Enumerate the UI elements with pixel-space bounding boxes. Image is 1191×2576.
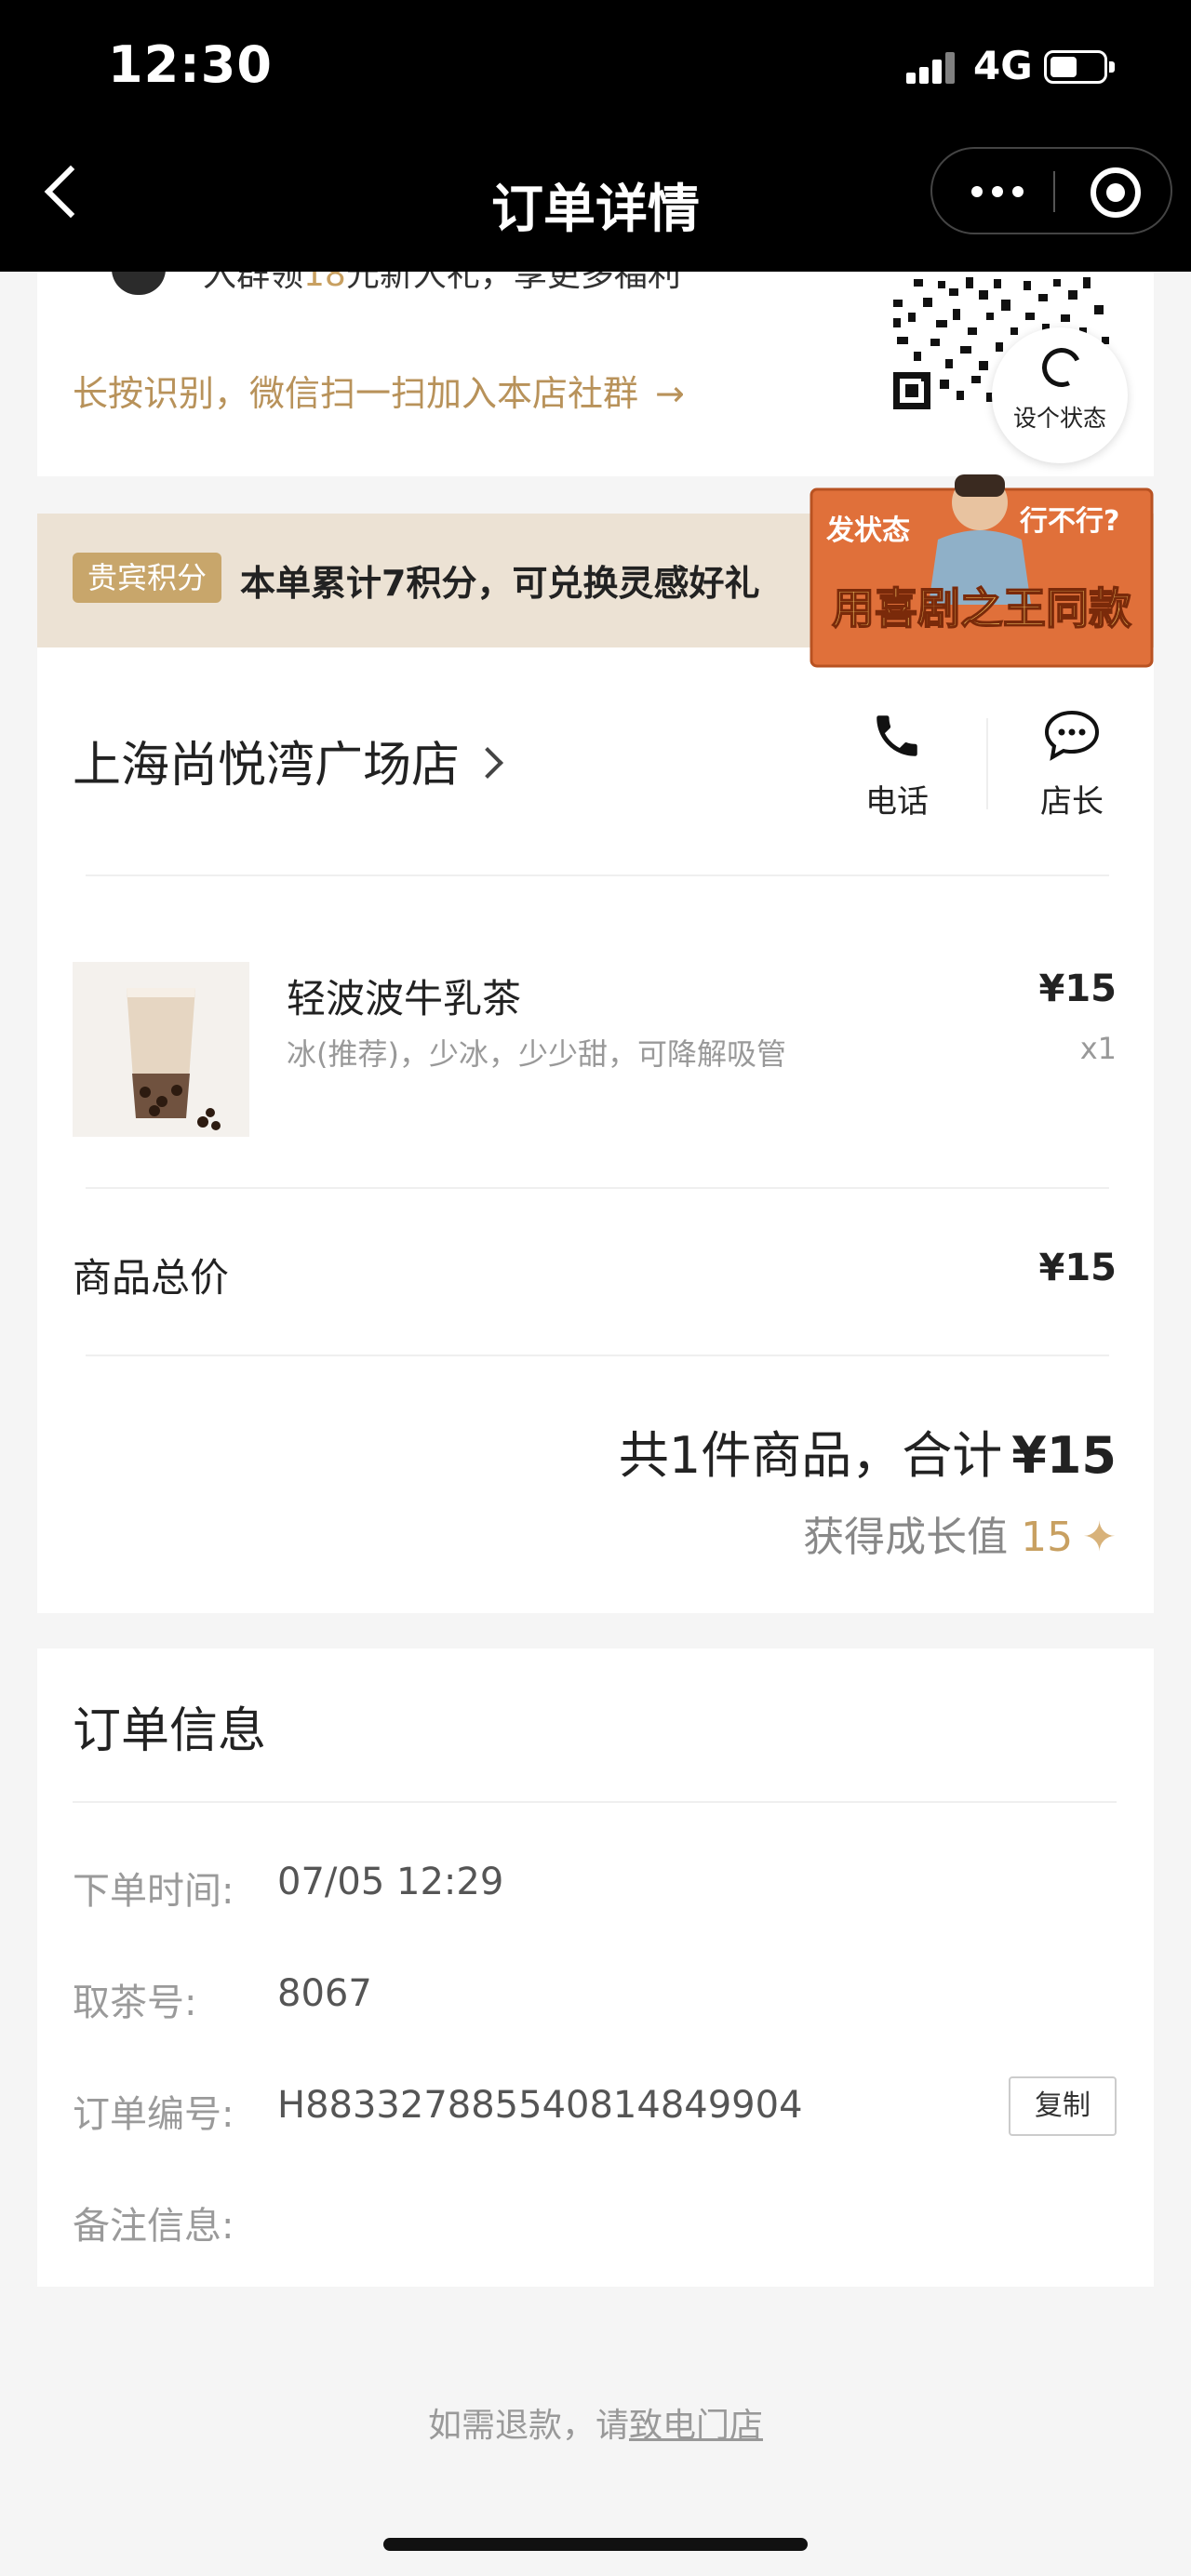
product-options: 冰(推荐)，少冰，少少甜，可降解吸管 (287, 1036, 786, 1072)
subtotal-label: 商品总价 (73, 1255, 230, 1301)
promo-banner[interactable]: 发状态 行不行? 用喜剧之王同款 (808, 465, 1156, 672)
set-status-button[interactable]: 设个状态 (992, 327, 1128, 463)
arrow-right-icon: → (655, 373, 685, 414)
mini-program-capsule (930, 147, 1172, 234)
refund-note: 如需退款，请致电门店 (427, 2407, 764, 2445)
close-mini-program-icon[interactable] (1091, 167, 1141, 218)
battery-icon (1044, 50, 1115, 84)
order-number-value: H883327885540814849904 (277, 2084, 803, 2127)
chevron-right-icon (472, 747, 503, 779)
svg-text:行不行?: 行不行? (1019, 505, 1119, 538)
contact-manager-button[interactable]: 店长 (1016, 709, 1128, 821)
sparkle-icon: ✦ (1082, 1514, 1117, 1561)
product-price: ¥15 (1038, 968, 1117, 1010)
join-community-link[interactable]: 长按识别，微信扫一扫加入本店社群 → (73, 365, 685, 416)
points-text: 本单累计7积分，可兑换灵感好礼 (240, 563, 760, 604)
call-store-button[interactable]: 电话 (841, 709, 953, 821)
order-time-label: 下单时间: (73, 1870, 234, 1913)
order-info-title: 订单信息 (73, 1703, 267, 1759)
order-card: 上海尚悦湾广场店 电话 店长 轻波波牛乳茶 冰(推荐)，少冰，少少甜，可降解吸管… (37, 647, 1154, 1613)
product-name: 轻波波牛乳茶 (287, 976, 522, 1021)
call-store-link[interactable]: 致电门店 (629, 2407, 763, 2445)
top-bar: 12:30 4G 订单详情 (0, 0, 1191, 272)
more-options-icon[interactable] (971, 175, 1064, 207)
order-time-value: 07/05 12:29 (277, 1861, 504, 1903)
signal-icon (906, 52, 957, 84)
svg-text:用喜剧之王同款: 用喜剧之王同款 (832, 583, 1131, 634)
growth-value: 获得成长值 15 ✦ (803, 1514, 1117, 1561)
copy-button[interactable]: 复制 (1009, 2076, 1117, 2136)
svg-text:发状态: 发状态 (825, 514, 910, 547)
network-type: 4G (973, 43, 1033, 88)
vip-points-badge: 贵宾积分 (73, 553, 222, 603)
product-image (73, 962, 249, 1137)
order-number-label: 订单编号: (73, 2093, 234, 2136)
chat-bubble-icon (1044, 710, 1100, 761)
subtotal-value: ¥15 (1038, 1247, 1117, 1289)
status-time: 12:30 (108, 35, 273, 94)
store-name-link[interactable]: 上海尚悦湾广场店 (73, 726, 503, 795)
order-total: 共1件商品，合计 ¥15 (618, 1426, 1117, 1485)
pickup-number-value: 8067 (277, 1972, 372, 2015)
pickup-number-label: 取茶号: (73, 1982, 197, 2024)
product-quantity: x1 (1079, 1031, 1117, 1066)
phone-icon (877, 715, 917, 756)
community-card: 入群领18元新人礼，享更多福利 长按识别，微信扫一扫加入本店社群 → (37, 256, 1154, 476)
remarks-label: 备注信息: (73, 2205, 234, 2248)
order-info-card: 订单信息 下单时间: 07/05 12:29 取茶号: 8067 订单编号: H… (37, 1648, 1154, 2287)
home-indicator (383, 2538, 808, 2551)
refresh-icon (1037, 342, 1087, 393)
